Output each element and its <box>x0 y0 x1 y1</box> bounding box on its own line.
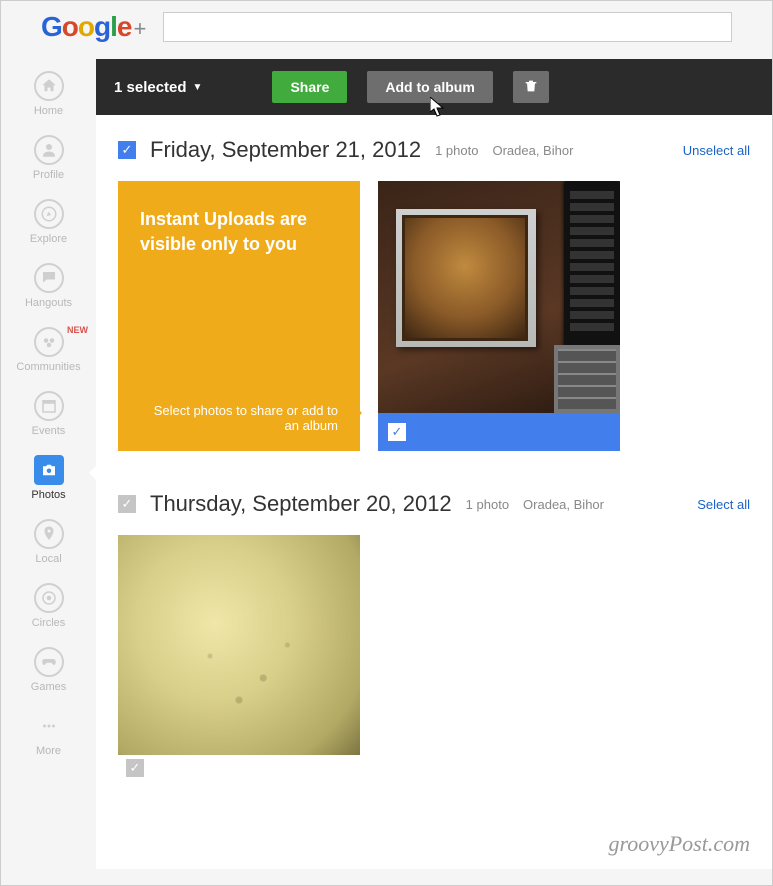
nav-label: Profile <box>33 169 64 181</box>
nav-label: Local <box>35 553 61 565</box>
photo-select-bar: ✓ <box>378 413 620 451</box>
nav-profile[interactable]: Profile <box>1 135 96 181</box>
games-icon <box>34 647 64 677</box>
nav-communities[interactable]: NEW Communities <box>1 327 96 373</box>
location: Oradea, Bihor <box>523 497 604 512</box>
nav-label: Photos <box>31 489 65 501</box>
chevron-down-icon: ▼ <box>193 82 203 93</box>
nav-label: Events <box>32 425 66 437</box>
mouse-cursor-icon <box>430 97 444 117</box>
watermark: groovyPost.com <box>608 831 750 857</box>
day-title: Thursday, September 20, 2012 <box>150 491 452 517</box>
select-all-link[interactable]: Select all <box>697 497 750 512</box>
nav-label: More <box>36 745 61 757</box>
delete-button[interactable] <box>513 71 549 103</box>
chat-icon <box>34 263 64 293</box>
google-plus-logo[interactable]: Google+ <box>41 11 145 43</box>
share-button[interactable]: Share <box>272 71 347 103</box>
photo-count: 1 photo <box>435 143 478 158</box>
nav-label: Games <box>31 681 66 693</box>
add-to-album-label: Add to album <box>385 79 474 95</box>
new-badge: NEW <box>67 325 88 335</box>
circles-icon <box>34 583 64 613</box>
nav-circles[interactable]: Circles <box>1 583 96 629</box>
more-icon <box>34 711 64 741</box>
info-title: Instant Uploads are visible only to you <box>140 207 338 257</box>
day-checkbox[interactable]: ✓ <box>118 495 136 513</box>
communities-icon <box>34 327 64 357</box>
search-input[interactable] <box>163 12 732 42</box>
camera-icon <box>34 455 64 485</box>
nav-home[interactable]: Home <box>1 71 96 117</box>
photo-count: 1 photo <box>466 497 509 512</box>
photo-thumbnail[interactable] <box>378 181 620 413</box>
nav-label: Home <box>34 105 63 117</box>
nav-label: Communities <box>16 361 80 373</box>
add-to-album-button[interactable]: Add to album <box>367 71 492 103</box>
nav-photos[interactable]: Photos <box>1 455 96 501</box>
day-header: ✓ Friday, September 21, 2012 1 photo Ora… <box>118 137 750 163</box>
sidebar: Home Profile Explore Hangouts NEW Commun… <box>1 59 96 869</box>
trash-icon <box>523 78 539 94</box>
day-header: ✓ Thursday, September 20, 2012 1 photo O… <box>118 491 750 517</box>
calendar-icon <box>34 391 64 421</box>
photo-checkbox[interactable]: ✓ <box>126 759 144 777</box>
photo-checkbox[interactable]: ✓ <box>388 423 406 441</box>
instant-uploads-info-card: Instant Uploads are visible only to you … <box>118 181 360 451</box>
home-icon <box>34 71 64 101</box>
info-subtitle: Select photos to share or add to an albu… <box>140 403 338 433</box>
nav-label: Circles <box>32 617 66 629</box>
nav-label: Hangouts <box>25 297 72 309</box>
pin-icon <box>34 519 64 549</box>
compass-icon <box>34 199 64 229</box>
nav-events[interactable]: Events <box>1 391 96 437</box>
nav-more[interactable]: More <box>1 711 96 757</box>
unselect-all-link[interactable]: Unselect all <box>683 143 750 158</box>
selection-count-dropdown[interactable]: 1 selected ▼ <box>114 79 202 96</box>
day-checkbox[interactable]: ✓ <box>118 141 136 159</box>
nav-explore[interactable]: Explore <box>1 199 96 245</box>
photo-item[interactable]: ✓ <box>118 535 360 781</box>
photo-footer: ✓ <box>118 755 360 781</box>
day-title: Friday, September 21, 2012 <box>150 137 421 163</box>
nav-label: Explore <box>30 233 67 245</box>
nav-local[interactable]: Local <box>1 519 96 565</box>
selection-count: 1 selected <box>114 79 187 96</box>
nav-hangouts[interactable]: Hangouts <box>1 263 96 309</box>
photo-thumbnail[interactable] <box>118 535 360 755</box>
nav-games[interactable]: Games <box>1 647 96 693</box>
location: Oradea, Bihor <box>492 143 573 158</box>
main-panel: 1 selected ▼ Share Add to album ✓ Friday… <box>96 59 772 869</box>
action-bar: 1 selected ▼ Share Add to album <box>96 59 772 115</box>
profile-icon <box>34 135 64 165</box>
photo-item[interactable]: ✓ <box>378 181 620 451</box>
